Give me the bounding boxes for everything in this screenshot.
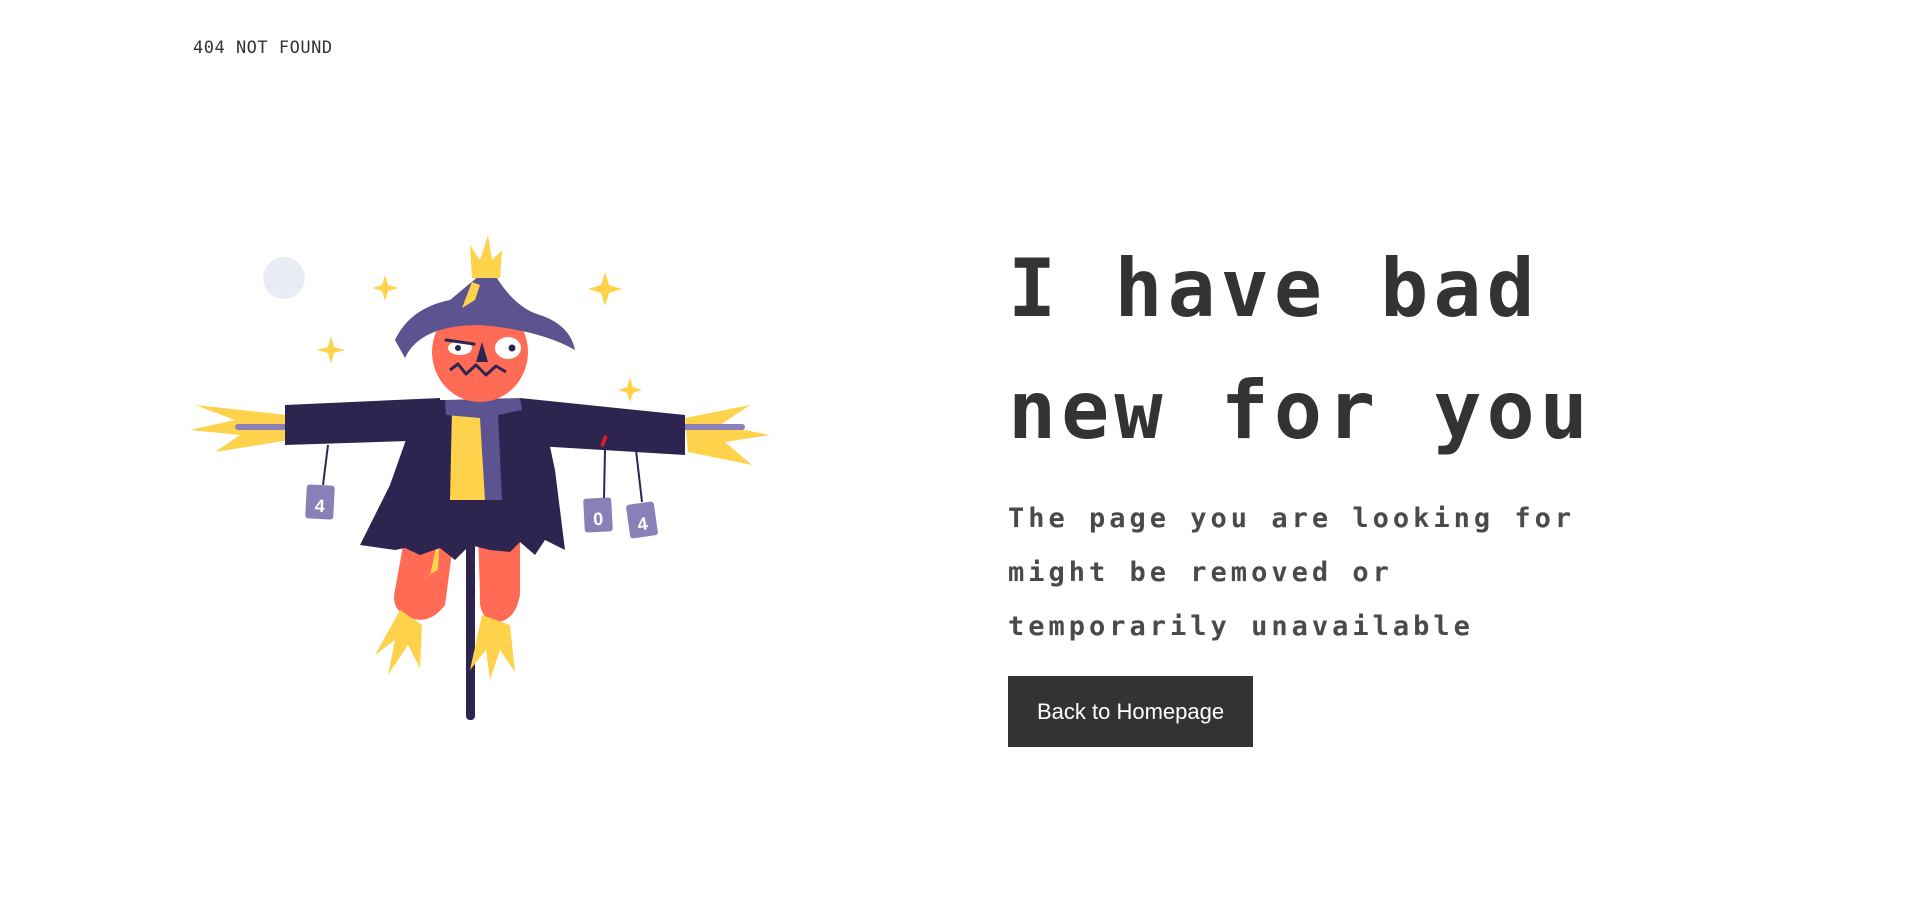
sparkle-icon bbox=[372, 275, 398, 301]
left-foot-straw bbox=[375, 610, 422, 675]
hat-straw bbox=[470, 235, 502, 278]
scarecrow-illustration: 4 0 4 bbox=[190, 235, 770, 720]
message-line: might be removed or bbox=[1008, 557, 1393, 588]
sparkle-icon bbox=[588, 272, 622, 306]
error-message: The page you are looking for might be re… bbox=[1008, 492, 1708, 654]
message-line: temporarily unavailable bbox=[1008, 611, 1474, 642]
can-label: 0 bbox=[593, 509, 604, 529]
sparkle-icon bbox=[317, 336, 345, 364]
headline-line: I have bad bbox=[1008, 242, 1540, 335]
sparkle-icon bbox=[618, 378, 642, 402]
can-icon: 0 bbox=[583, 497, 613, 533]
error-content: I have bad new for you The page you are … bbox=[1008, 228, 1708, 747]
headline: I have bad new for you bbox=[1008, 228, 1708, 472]
can-icon: 4 bbox=[626, 501, 658, 539]
right-eye bbox=[495, 337, 521, 359]
right-hand-straw bbox=[685, 405, 770, 465]
can-label: 4 bbox=[314, 496, 325, 516]
back-to-homepage-button[interactable]: Back to Homepage bbox=[1008, 676, 1254, 747]
message-line: The page you are looking for bbox=[1008, 503, 1576, 534]
moon-icon bbox=[263, 257, 305, 299]
headline-line: new for you bbox=[1008, 364, 1593, 457]
right-foot-straw bbox=[470, 615, 515, 680]
can-icon: 4 bbox=[305, 484, 335, 520]
page-status-label: 404 NOT FOUND bbox=[193, 38, 333, 58]
